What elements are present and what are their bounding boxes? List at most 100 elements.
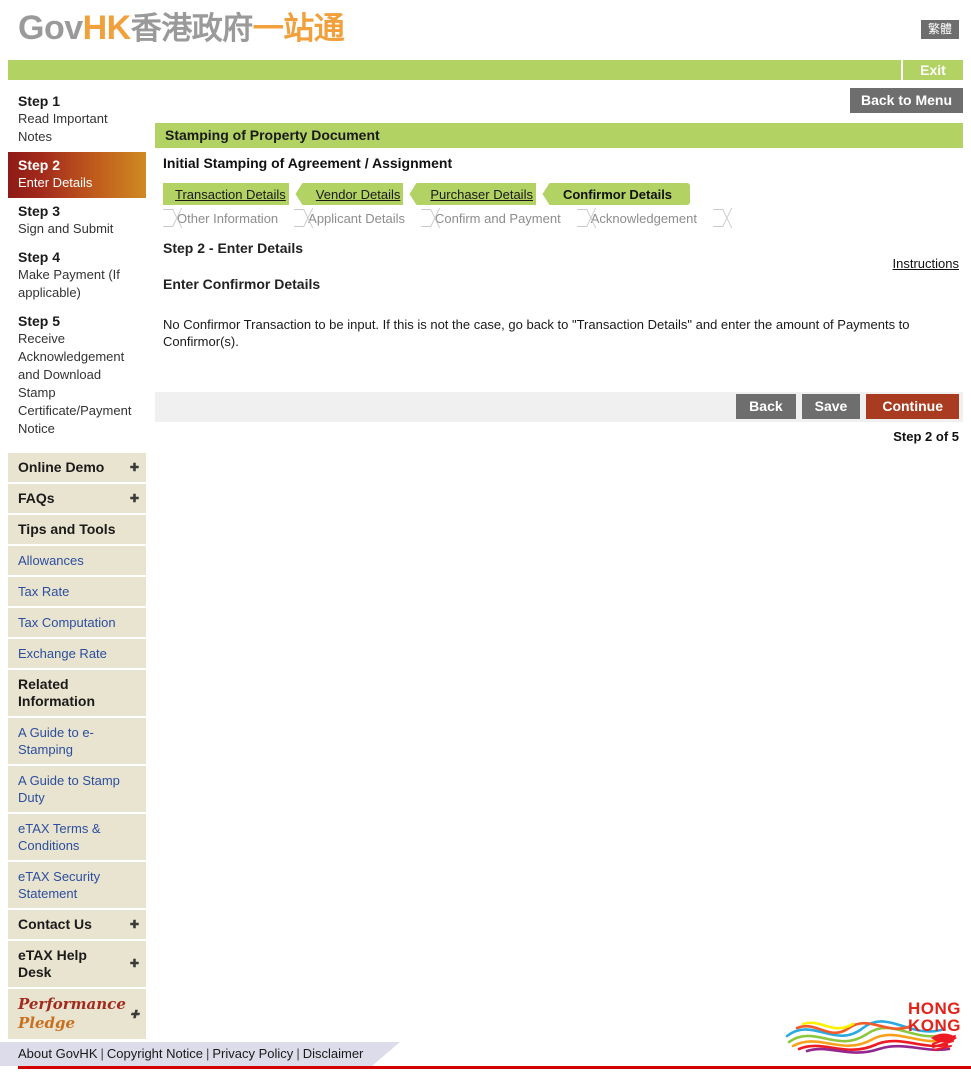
save-button[interactable]: Save	[801, 394, 861, 419]
masthead: GovHK香港政府一站通 繁體	[0, 0, 971, 55]
sidebar-item-online-demo[interactable]: Online Demo ✚	[8, 453, 146, 484]
tab-label: Confirmor Details	[562, 186, 673, 202]
sidebar-item-tax-computation[interactable]: Tax Computation	[8, 608, 146, 639]
tab-transaction-details[interactable]: Transaction Details	[163, 183, 303, 205]
sidebar-item-label: Exchange Rate	[18, 646, 107, 661]
sidebar-step-5[interactable]: Step 5 Receive Acknowledgement and Downlo…	[8, 308, 146, 444]
hk-word-line1: HONG	[908, 999, 961, 1018]
sidebar-item-label: FAQs	[18, 490, 55, 506]
sidebar-item-label: Online Demo	[18, 459, 105, 475]
sidebar-item-label: Allowances	[18, 553, 84, 568]
sidebar-step-3[interactable]: Step 3 Sign and Submit	[8, 198, 146, 244]
sidebar-item-etax-help-desk[interactable]: eTAX Help Desk ✚	[8, 941, 146, 989]
govhk-logo[interactable]: GovHK香港政府一站通	[18, 8, 971, 49]
footer-separator: |	[296, 1046, 300, 1061]
sidebar-item-performance-pledge[interactable]: Performance Pledge ✚	[8, 989, 146, 1041]
expand-arrows-icon[interactable]: ✚	[129, 462, 140, 474]
footer-separator: |	[100, 1046, 104, 1061]
form-buttons: Back Save Continue	[736, 394, 959, 419]
footer-link-about-govhk[interactable]: About GovHK	[18, 1046, 98, 1061]
sidebar-item-label: Related Information	[18, 676, 95, 709]
expand-arrows-icon[interactable]: ✚	[129, 919, 140, 931]
sidebar: Step 1 Read Important Notes Step 2 Enter De…	[8, 88, 146, 1041]
sidebar-item-label: A Guide to e-Stamping	[18, 725, 94, 757]
sidebar-item-tips-and-tools[interactable]: Tips and Tools	[8, 515, 146, 546]
sidebar-step-desc: Enter Details	[18, 175, 93, 190]
tab-label[interactable]: Transaction Details	[175, 187, 286, 202]
instructions-link[interactable]: Instructions	[893, 256, 959, 271]
footer-link-copyright-notice[interactable]: Copyright Notice	[107, 1046, 203, 1061]
sidebar-item-etax-security-statement[interactable]: eTAX Security Statement	[8, 862, 146, 910]
logo-chinese-orange: 一站通	[252, 11, 345, 46]
sidebar-item-etax-terms-conditions[interactable]: eTAX Terms & Conditions	[8, 814, 146, 862]
sidebar-step-desc: Sign and Submit	[18, 221, 114, 236]
sidebar-item-a-guide-to-e-stamping[interactable]: A Guide to e-Stamping	[8, 718, 146, 766]
logo-chinese-grey: 香港政府	[130, 11, 254, 46]
sidebar-item-exchange-rate[interactable]: Exchange Rate	[8, 639, 146, 670]
tab-label: Confirm and Payment	[434, 210, 561, 226]
form-heading: Enter Confirmor Details	[163, 276, 321, 292]
footer-links: About GovHK | Copyright Notice | Privacy Pol…	[18, 1046, 363, 1061]
tab-other-information[interactable]: Other Information	[163, 207, 295, 229]
sidebar-item-label: eTAX Terms & Conditions	[18, 821, 101, 853]
back-button[interactable]: Back	[736, 394, 796, 419]
sidebar-item-label: Tax Computation	[18, 615, 116, 630]
form-message: No Confirmor Transaction to be input. If…	[163, 317, 910, 349]
back-to-menu-row: Back to Menu	[155, 88, 963, 114]
pledge-label-line2: Pledge	[18, 1014, 76, 1032]
sidebar-step-title: Step 3	[18, 203, 61, 219]
logo-hk-text: HK	[82, 9, 132, 47]
tab-confirmor-details[interactable]: Confirmor Details	[548, 183, 691, 205]
sidebar-step-1[interactable]: Step 1 Read Important Notes	[8, 88, 146, 152]
hong-kong-wordmark: HONG KONG	[908, 1000, 961, 1034]
section-title-bar: Stamping of Property Document	[155, 123, 963, 148]
sidebar-step-title: Step 4	[18, 249, 61, 265]
footer-link-privacy-policy[interactable]: Privacy Policy	[212, 1046, 293, 1061]
tab-label: Acknowledgement	[590, 210, 697, 226]
sidebar-step-desc: Receive Acknowledgement and Download Sta…	[18, 331, 132, 436]
expand-arrows-icon[interactable]: ✚	[129, 959, 140, 970]
tab-label[interactable]: Vendor Details	[316, 187, 401, 202]
sidebar-step-title: Step 5	[18, 313, 61, 329]
sidebar-item-related-information[interactable]: Related Information	[8, 670, 146, 718]
top-green-bar: Exit	[8, 60, 963, 80]
step-heading: Step 2 - Enter Details	[163, 240, 304, 256]
tab-acknowledgement[interactable]: Acknowledgement	[576, 207, 713, 229]
footer: About GovHK | Copyright Notice | Privacy Pol…	[0, 1042, 971, 1069]
sidebar-item-contact-us[interactable]: Contact Us ✚	[8, 910, 146, 941]
sidebar-step-title: Step 1	[18, 93, 61, 109]
logo-gov-text: Gov	[18, 9, 83, 47]
sidebar-item-label: Tips and Tools	[18, 521, 116, 537]
sidebar-menu: Online Demo ✚ FAQs ✚ Tips and Tools Allowance…	[8, 452, 146, 1041]
tab-label: Applicant Details	[308, 210, 405, 226]
tab-vendor-details[interactable]: Vendor Details	[301, 183, 417, 205]
sidebar-step-2[interactable]: Step 2 Enter Details	[8, 152, 146, 198]
expand-arrows-icon[interactable]: ✚	[129, 493, 140, 505]
wizard-tabs-row-upcoming: Other Information Applicant Details Confir…	[163, 207, 963, 229]
expand-arrows-icon[interactable]: ✚	[129, 1009, 140, 1020]
sidebar-step-4[interactable]: Step 4 Make Payment (If applicable)	[8, 244, 146, 308]
back-to-menu-button[interactable]: Back to Menu	[849, 88, 963, 113]
tab-label[interactable]: Purchaser Details	[430, 187, 533, 202]
tab-purchaser-details[interactable]: Purchaser Details	[416, 183, 550, 205]
pledge-label-line1: Performance	[18, 995, 126, 1013]
sidebar-item-label: A Guide to Stamp Duty	[18, 773, 120, 805]
tab-label: Other Information	[177, 210, 279, 226]
language-toggle-traditional-chinese[interactable]: 繁體	[920, 20, 959, 39]
sidebar-item-label: eTAX Help Desk	[18, 947, 87, 980]
sidebar-item-tax-rate[interactable]: Tax Rate	[8, 577, 146, 608]
page-subtitle: Initial Stamping of Agreement / Assignme…	[163, 155, 453, 171]
sidebar-step-title: Step 2	[18, 157, 61, 173]
footer-red-rule	[18, 1066, 971, 1069]
step-list: Step 1 Read Important Notes Step 2 Enter De…	[8, 88, 146, 444]
footer-separator: |	[206, 1046, 210, 1061]
footer-link-disclaimer[interactable]: Disclaimer	[303, 1046, 364, 1061]
tab-confirm-and-payment[interactable]: Confirm and Payment	[420, 207, 577, 229]
continue-button[interactable]: Continue	[866, 394, 959, 419]
sidebar-item-faqs[interactable]: FAQs ✚	[8, 484, 146, 515]
sidebar-item-a-guide-to-stamp-duty[interactable]: A Guide to Stamp Duty	[8, 766, 146, 814]
tab-applicant-details[interactable]: Applicant Details	[294, 207, 421, 229]
exit-button[interactable]: Exit	[903, 60, 963, 80]
sidebar-item-allowances[interactable]: Allowances	[8, 546, 146, 577]
main-content: Back to Menu Stamping of Property Docume…	[155, 88, 963, 444]
